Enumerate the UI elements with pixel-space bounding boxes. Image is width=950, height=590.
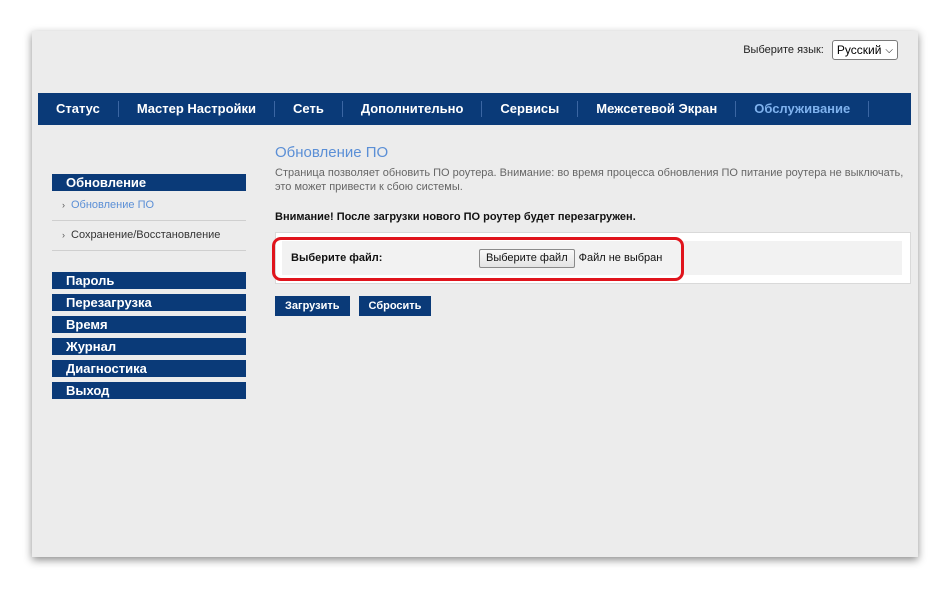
choose-file-button[interactable]: Выберите файл bbox=[479, 248, 575, 268]
page-description: Страница позволяет обновить ПО роутера. … bbox=[275, 167, 904, 193]
language-selector-row: Выберите язык: Русский ⌵ bbox=[743, 40, 898, 60]
nav-status[interactable]: Статус bbox=[38, 101, 119, 117]
sidebar-item-label: Сохранение/Восстановление bbox=[71, 229, 221, 241]
top-navigation: Статус Мастер Настройки Сеть Дополнитель… bbox=[38, 93, 911, 125]
sidebar-item-time[interactable]: Время bbox=[52, 316, 246, 333]
sidebar-item-reboot[interactable]: Перезагрузка bbox=[52, 294, 246, 311]
reset-button[interactable]: Сбросить bbox=[358, 296, 432, 316]
bullet-icon: › bbox=[62, 230, 65, 240]
language-label: Выберите язык: bbox=[743, 44, 824, 56]
page-title: Обновление ПО bbox=[275, 144, 389, 161]
sidebar-item-label: Обновление ПО bbox=[71, 199, 155, 211]
nav-setup-wizard[interactable]: Мастер Настройки bbox=[119, 101, 275, 117]
sidebar-groups: Пароль Перезагрузка Время Журнал Диагнос… bbox=[52, 272, 246, 399]
nav-firewall[interactable]: Межсетевой Экран bbox=[578, 101, 737, 117]
language-selected-value: Русский bbox=[836, 43, 882, 57]
sidebar-item-logout[interactable]: Выход bbox=[52, 382, 246, 399]
file-select-row: Выберите файл: Выберите файл Файл не выб… bbox=[282, 241, 902, 275]
nav-maintenance[interactable]: Обслуживание bbox=[736, 101, 870, 117]
sidebar: Обновление › Обновление ПО › Сохранение/… bbox=[52, 174, 246, 404]
file-status-text: Файл не выбран bbox=[578, 252, 663, 264]
sidebar-item-log[interactable]: Журнал bbox=[52, 338, 246, 355]
sidebar-item-backup-restore[interactable]: › Сохранение/Восстановление bbox=[52, 221, 246, 251]
sidebar-item-password[interactable]: Пароль bbox=[52, 272, 246, 289]
upload-button[interactable]: Загрузить bbox=[275, 296, 350, 316]
file-select-label: Выберите файл: bbox=[291, 252, 383, 264]
main-content: Обновление ПО Страница позволяет обновит… bbox=[272, 144, 911, 316]
sidebar-item-firmware-update[interactable]: › Обновление ПО bbox=[52, 191, 246, 221]
chevron-down-icon: ⌵ bbox=[885, 44, 893, 56]
reboot-warning: Внимание! После загрузки нового ПО роуте… bbox=[275, 211, 636, 223]
sidebar-item-diagnostics[interactable]: Диагностика bbox=[52, 360, 246, 377]
nav-advanced[interactable]: Дополнительно bbox=[343, 101, 483, 117]
nav-network[interactable]: Сеть bbox=[275, 101, 343, 117]
router-window: Выберите язык: Русский ⌵ Статус Мастер Н… bbox=[32, 31, 918, 557]
sidebar-section-update[interactable]: Обновление bbox=[52, 174, 246, 191]
file-upload-panel: Выберите файл: Выберите файл Файл не выб… bbox=[272, 232, 911, 284]
language-select[interactable]: Русский ⌵ bbox=[831, 40, 898, 60]
bullet-icon: › bbox=[62, 200, 65, 210]
action-buttons: Загрузить Сбросить bbox=[275, 296, 911, 316]
nav-services[interactable]: Сервисы bbox=[482, 101, 579, 117]
